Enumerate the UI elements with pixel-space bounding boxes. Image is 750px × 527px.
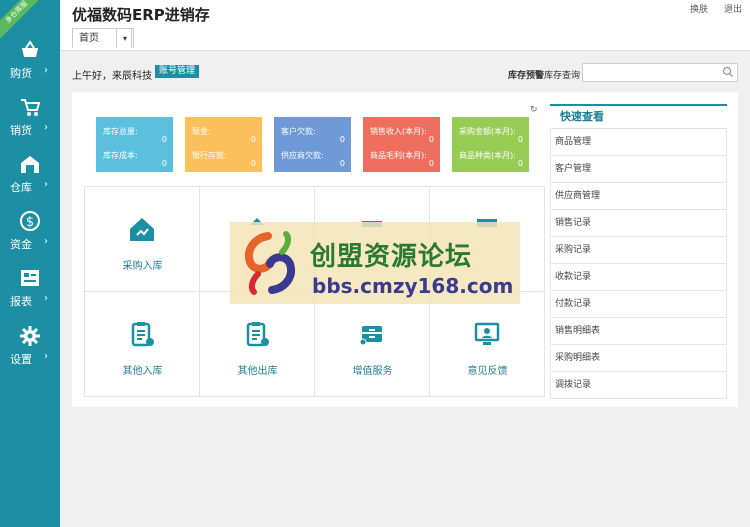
quick-item[interactable]: 销售明细表 <box>550 319 727 345</box>
stat-value: 0 <box>161 135 167 144</box>
svg-text:$: $ <box>26 215 34 230</box>
stat-label: 客户欠款: <box>281 127 316 136</box>
stat-value: 0 <box>250 159 256 168</box>
stat-value: 0 <box>428 135 434 144</box>
cart-icon <box>21 99 40 116</box>
quick-item[interactable]: 商品管理 <box>550 130 727 156</box>
chevron-right-icon: › <box>44 236 48 247</box>
grid-item-feedback[interactable]: 意见反馈 <box>430 292 545 397</box>
house-icon <box>130 218 154 241</box>
chevron-right-icon: › <box>44 65 48 76</box>
grid-item-purchase-in[interactable]: 采购入库 <box>85 187 200 292</box>
stat-card-debts: 客户欠款: 0 供应商欠款: 0 <box>274 117 351 172</box>
stat-label: 供应商欠款: <box>281 151 324 160</box>
dollar-icon: $ <box>20 211 40 231</box>
search-input[interactable] <box>582 63 738 82</box>
stat-value: 0 <box>339 135 345 144</box>
account-button[interactable]: 账号管理 <box>155 65 200 78</box>
quick-item[interactable]: 调拨记录 <box>550 373 727 399</box>
stat-card-cash: 现金: 0 银行存款: 0 <box>185 117 262 172</box>
stat-value: 0 <box>517 135 523 144</box>
warehouse-icon <box>21 156 39 173</box>
stat-value: 0 <box>161 159 167 168</box>
stat-card-inventory: 库存总量: 0 库存成本: 0 <box>96 117 173 172</box>
edition-ribbon: 多仓库版 <box>0 0 44 40</box>
stat-label: 商品毛利(本月): <box>370 151 427 160</box>
grid-label: 其他出库 <box>237 366 278 377</box>
nav-settings-label: 设置 <box>10 353 32 366</box>
watermark-logo-icon <box>245 231 295 295</box>
clipboard-in-icon <box>131 322 154 347</box>
clipboard-out-icon <box>246 322 269 347</box>
nav-sales[interactable]: 销货 › <box>0 97 60 147</box>
watermark-title: 创盟资源论坛 <box>310 242 473 272</box>
nav-purchase-label: 购货 <box>10 67 32 80</box>
grid-item-other-in[interactable]: 其他入库 <box>85 292 200 397</box>
chevron-right-icon: › <box>44 122 48 133</box>
stat-label: 采购金额(本月): <box>459 127 516 136</box>
watermark-url: bbs.cmzy168.com <box>312 274 514 298</box>
grid-item-value-added[interactable]: 增值服务 <box>315 292 430 397</box>
quick-item[interactable]: 采购记录 <box>550 238 727 264</box>
quick-item[interactable]: 收款记录 <box>550 265 727 291</box>
chevron-right-icon: › <box>44 351 48 362</box>
gear-icon <box>20 326 40 346</box>
grid-item-other-out[interactable]: 其他出库 <box>200 292 315 397</box>
nav-reports[interactable]: 报表 › <box>0 268 60 318</box>
stat-label: 现金: <box>192 127 211 136</box>
top-bar: 优福数码ERP进销存 换肤 退出 首页 ▾ <box>60 0 750 51</box>
grid-label: 意见反馈 <box>467 366 508 377</box>
basket-icon <box>22 40 38 57</box>
stat-value: 0 <box>517 159 523 168</box>
cabinet-icon <box>359 326 382 346</box>
app-title: 优福数码ERP进销存 <box>72 6 210 24</box>
quick-view-title: 快速查看 <box>550 106 727 129</box>
nav-purchase[interactable]: 购货 › <box>0 40 60 90</box>
quick-view-panel: 快速查看 商品管理 客户管理 供应商管理 销售记录 采购记录 收款记录 付款记录… <box>550 104 727 399</box>
stat-label: 库存成本: <box>103 151 138 160</box>
grid-label: 其他入库 <box>122 366 163 377</box>
stat-label: 销售收入(本月): <box>370 127 427 136</box>
tab-dropdown-icon[interactable]: ▾ <box>116 28 134 48</box>
quick-item[interactable]: 采购明细表 <box>550 346 727 372</box>
nav-sales-label: 销货 <box>10 124 32 137</box>
stat-label: 库存总量: <box>103 127 138 136</box>
watermark: 创盟资源论坛 bbs.cmzy168.com <box>230 222 520 304</box>
stat-value: 0 <box>339 159 345 168</box>
grid-label: 采购入库 <box>122 261 163 272</box>
nav-warehouse[interactable]: 仓库 › <box>0 154 60 204</box>
logout-link[interactable]: 退出 <box>724 2 742 15</box>
stock-warning-link[interactable]: 库存预警 <box>508 68 544 81</box>
sidebar: 多仓库版 购货 › 销货 › 仓库 › $ 资金 › 报表 › 设置 › <box>0 0 60 527</box>
quick-item[interactable]: 销售记录 <box>550 211 727 237</box>
stat-value: 0 <box>428 159 434 168</box>
stat-card-purchase: 采购金额(本月): 0 商品种类(本月): 0 <box>452 117 529 172</box>
stat-card-sales: 销售收入(本月): 0 商品毛利(本月): 0 <box>363 117 440 172</box>
stock-query-label: 库存查询 <box>544 71 581 81</box>
quick-item[interactable]: 客户管理 <box>550 157 727 183</box>
grid-label: 增值服务 <box>352 366 393 377</box>
quick-item[interactable]: 付款记录 <box>550 292 727 318</box>
nav-funds[interactable]: $ 资金 › <box>0 211 60 261</box>
nav-settings[interactable]: 设置 › <box>0 326 60 376</box>
quick-item[interactable]: 供应商管理 <box>550 184 727 210</box>
nav-reports-label: 报表 <box>10 295 32 308</box>
chevron-right-icon: › <box>44 179 48 190</box>
report-icon <box>21 270 39 286</box>
nav-funds-label: 资金 <box>10 238 32 251</box>
stat-value: 0 <box>250 135 256 144</box>
stat-label: 商品种类(本月): <box>459 151 516 160</box>
stat-label: 银行存款: <box>192 151 227 160</box>
chevron-right-icon: › <box>44 293 48 304</box>
search-icon[interactable] <box>722 66 734 78</box>
nav-warehouse-label: 仓库 <box>10 181 32 194</box>
refresh-icon[interactable]: ↻ <box>530 105 538 115</box>
greeting: 上午好，来辰科技 <box>72 71 152 82</box>
monitor-icon <box>474 322 500 345</box>
switch-skin-link[interactable]: 换肤 <box>690 2 708 15</box>
